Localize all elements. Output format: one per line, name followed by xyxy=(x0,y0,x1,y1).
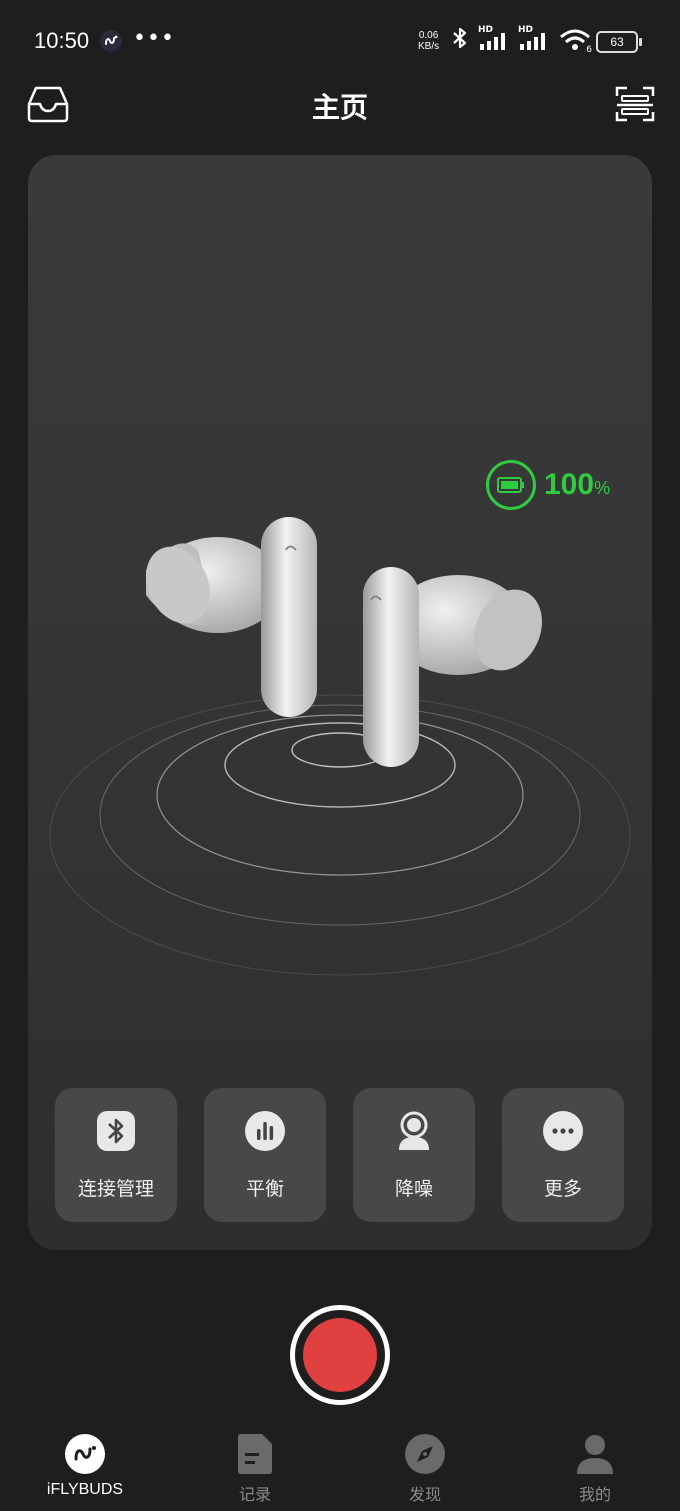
earbuds-battery: 100% xyxy=(486,460,610,510)
iflybuds-logo-icon xyxy=(64,1433,106,1475)
noise-cancel-button[interactable]: 降噪 xyxy=(353,1088,475,1222)
net-speed-unit: KB/s xyxy=(418,41,440,52)
more-notifications-icon: ••• xyxy=(133,26,175,51)
person-icon xyxy=(574,1433,616,1475)
battery-value: 100 xyxy=(544,468,595,501)
document-icon xyxy=(234,1433,276,1475)
balance-label: 平衡 xyxy=(245,1178,284,1200)
signal-1-label: HD xyxy=(478,25,494,35)
net-speed-value: 0.06 xyxy=(418,30,439,41)
more-button[interactable]: 更多 xyxy=(502,1088,624,1222)
connection-management-button[interactable]: 连接管理 xyxy=(55,1088,177,1222)
compass-icon xyxy=(404,1433,446,1475)
scan-icon xyxy=(615,86,655,122)
app-notification-icon xyxy=(100,30,122,52)
battery-unit: % xyxy=(594,478,611,498)
record-icon xyxy=(303,1318,377,1392)
battery-level: 63 xyxy=(610,35,624,49)
battery-indicator: 63 xyxy=(596,31,642,53)
tab-mine[interactable]: 我的 xyxy=(525,1425,665,1505)
wifi-badge: 6 xyxy=(586,45,592,55)
more-icon xyxy=(542,1110,584,1152)
signal-1-icon: HD xyxy=(478,25,510,52)
bluetooth-icon xyxy=(95,1110,137,1152)
signal-2-label: HD xyxy=(518,25,534,35)
battery-full-icon xyxy=(486,460,536,510)
earbuds-battery-percent: 100% xyxy=(544,468,610,502)
noise-cancel-label: 降噪 xyxy=(394,1178,433,1200)
tab-iflybuds[interactable]: iFLYBUDS xyxy=(15,1425,155,1499)
bluetooth-status-icon xyxy=(450,26,470,54)
more-label: 更多 xyxy=(543,1178,582,1200)
wifi-icon: 6 xyxy=(558,27,592,55)
tab-iflybuds-label: iFLYBUDS xyxy=(46,1481,124,1498)
tab-mine-label: 我的 xyxy=(578,1485,611,1504)
tab-records[interactable]: 记录 xyxy=(185,1425,325,1505)
page-title: 主页 xyxy=(311,91,368,124)
tab-discover-label: 发现 xyxy=(408,1485,441,1504)
status-bar: 10:50 ••• 0.06 KB/s HD HD 6 63 xyxy=(0,0,680,80)
device-card: 100% 连接管理 平衡 降噪 更多 xyxy=(28,155,652,1250)
header: 主页 xyxy=(0,80,680,130)
action-grid: 连接管理 平衡 降噪 更多 xyxy=(55,1088,624,1222)
bottom-tab-bar: iFLYBUDS 记录 发现 我的 xyxy=(0,1425,680,1511)
equalizer-icon xyxy=(244,1110,286,1152)
signal-2-icon: HD xyxy=(518,25,550,52)
net-speed: 0.06 KB/s xyxy=(418,30,439,52)
status-time: 10:50 xyxy=(34,28,90,53)
earbuds-image xyxy=(145,517,543,767)
balance-button[interactable]: 平衡 xyxy=(204,1088,326,1222)
connection-management-label: 连接管理 xyxy=(77,1178,154,1200)
scan-button[interactable] xyxy=(613,84,657,124)
tab-discover[interactable]: 发现 xyxy=(355,1425,495,1505)
record-button[interactable] xyxy=(290,1305,390,1405)
noise-cancel-icon xyxy=(393,1110,435,1152)
tab-records-label: 记录 xyxy=(238,1485,271,1504)
